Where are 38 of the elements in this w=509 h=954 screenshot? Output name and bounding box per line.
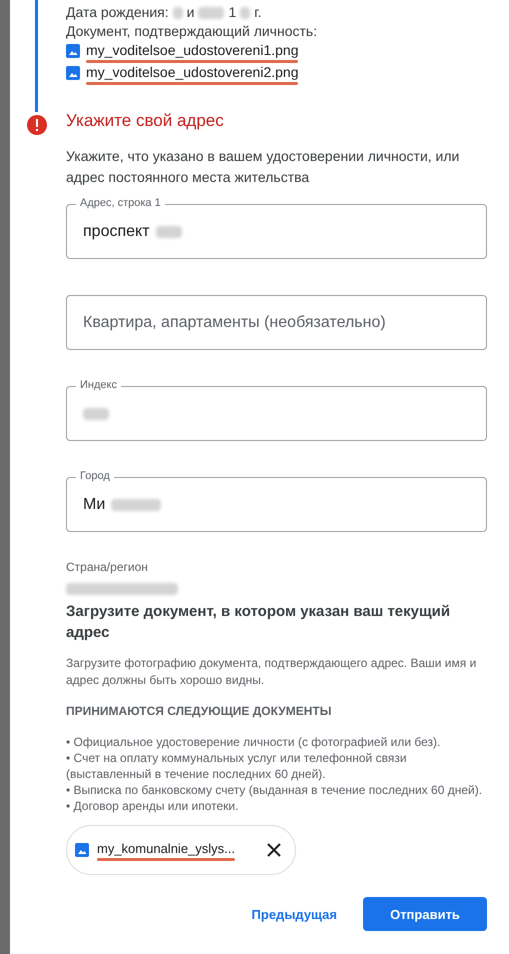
step-title: Укажите свой адрес	[66, 110, 225, 132]
accepted-heading: ПРИНИМАЮТСЯ СЛЕДУЮЩИЕ ДОКУМЕНТЫ	[66, 703, 332, 720]
accepted-item: • Официальное удостоверение личности (с фотографией или без).	[66, 734, 442, 750]
blurred-mark	[198, 6, 224, 18]
close-icon[interactable]	[267, 843, 281, 857]
blurred-mark	[240, 6, 250, 18]
upload-hint: Загрузите фотографию документа, подтверждающего адрес. Ваши имя и адрес должны быть хорошо видны.	[66, 655, 478, 689]
value-text: проспект	[83, 222, 150, 241]
country-label: Страна/регион	[66, 559, 149, 576]
accepted-item: • Договор аренды или ипотеки.	[66, 798, 240, 814]
image-icon	[66, 66, 80, 80]
image-icon	[75, 843, 89, 857]
document-label: Документ, подтверждающий личность:	[66, 22, 318, 41]
input-field[interactable]: Квартира, апартаменты (необязательно)	[66, 295, 487, 350]
blurred-mark	[156, 226, 182, 238]
step-description: Укажите, что указано в вашем удостоверении личности, или адрес постоянного места жительства	[66, 147, 460, 187]
file-link[interactable]: my_voditelsoe_udostovereni2.png	[86, 63, 298, 82]
file-link[interactable]: my_voditelsoe_udostovereni1.png	[86, 41, 298, 60]
value-text: г.	[254, 3, 262, 22]
previous-button[interactable]: Предыдущая	[248, 897, 341, 931]
field-label: Город	[76, 469, 114, 483]
field-label: Адрес, строка 1	[76, 196, 165, 210]
accepted-item: • Выписка по банковскому счету (выданная в течение последних 60 дней).	[66, 782, 484, 798]
value-text: 1	[228, 3, 236, 22]
file-chip[interactable]: my_komunalnie_yslys...	[66, 825, 296, 875]
field-label: Индекс	[76, 378, 121, 392]
file-name: my_komunalnie_yslys...	[97, 840, 235, 858]
image-icon	[66, 44, 80, 58]
placeholder-text: Квартира, апартаменты (необязательно)	[83, 313, 386, 332]
upload-title: Загрузите документ, в котором указан ваш текущий адрес	[66, 602, 452, 643]
accepted-item: • Счет на оплату коммунальных услуг или телефонной связи (выставленный в течение последних 60 дней).	[66, 750, 408, 782]
birth-date-label: Дата рождения:	[66, 3, 169, 22]
blurred-mark	[172, 6, 183, 18]
value-text: и	[186, 3, 194, 22]
submit-button[interactable]: Отправить	[363, 897, 487, 931]
blurred-mark	[83, 408, 109, 420]
blurred-mark	[111, 498, 162, 510]
value-text: Ми	[83, 495, 106, 514]
